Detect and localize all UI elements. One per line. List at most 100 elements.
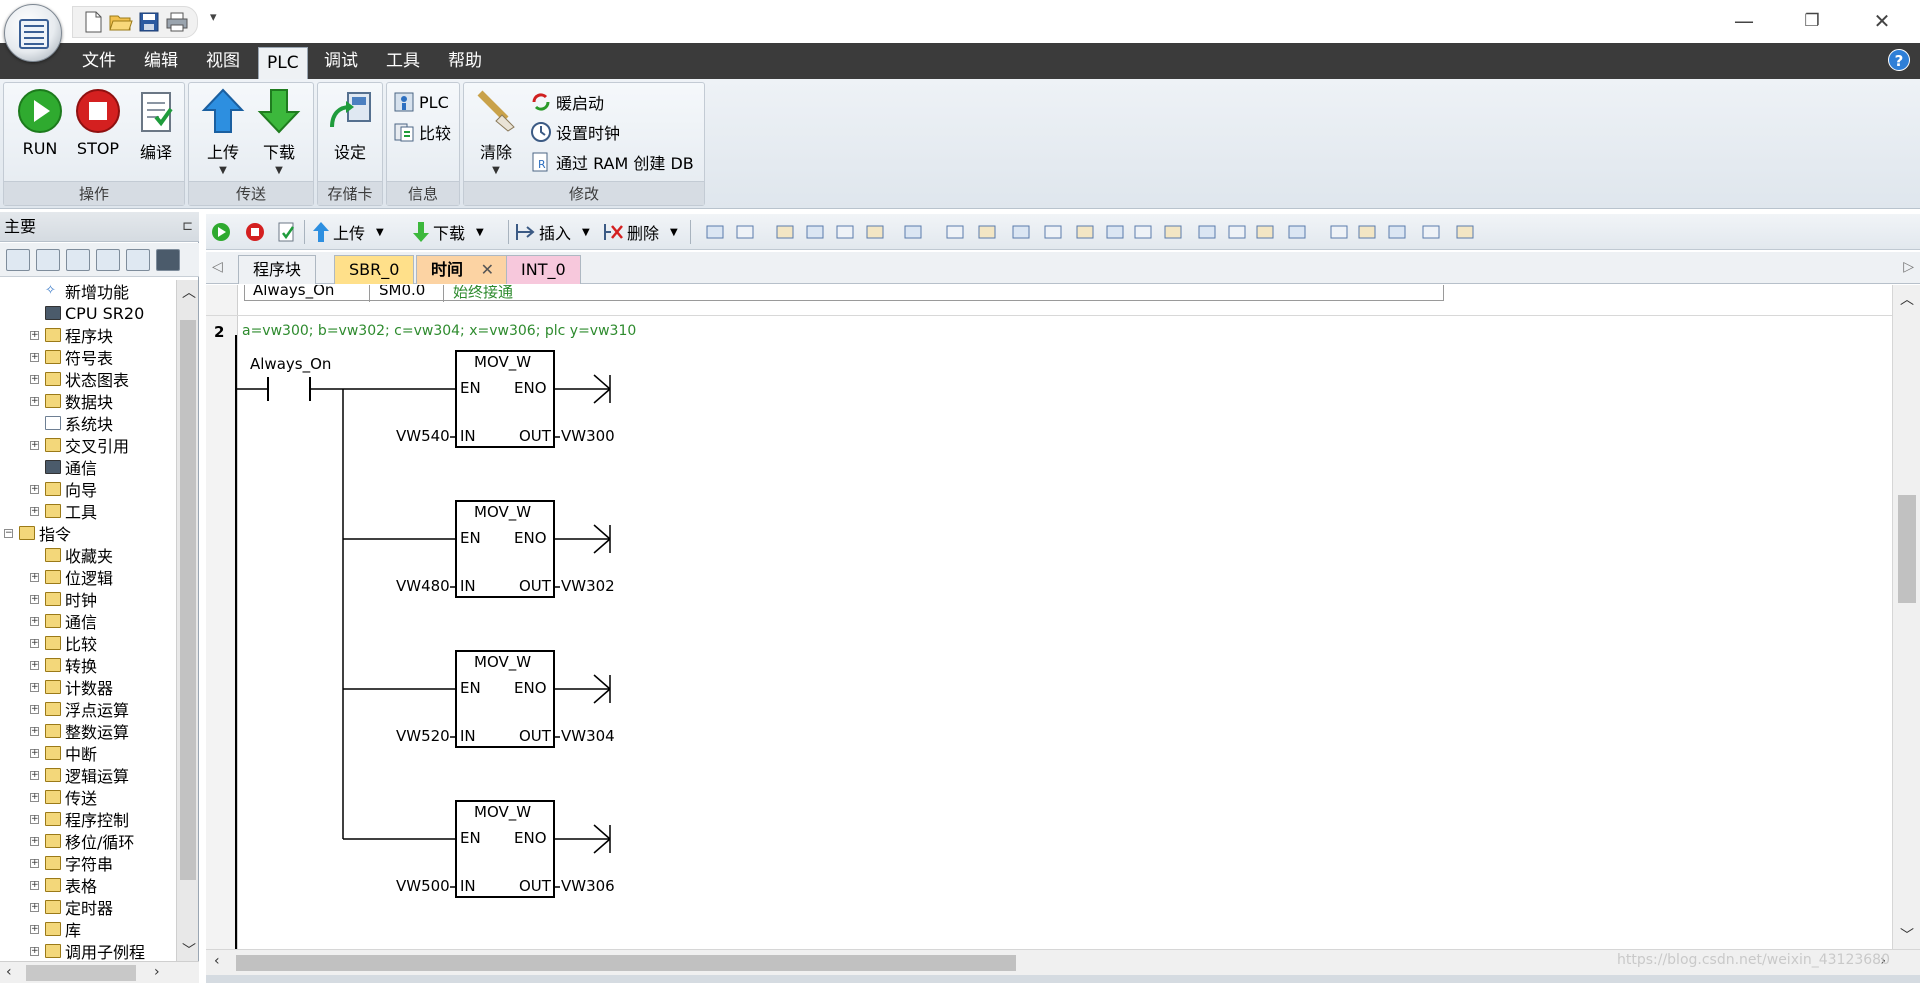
tree-item[interactable]: + 交叉引用 xyxy=(30,434,129,456)
scrollbar-thumb[interactable] xyxy=(180,320,196,880)
tree-item[interactable]: 通信 xyxy=(45,456,97,478)
menu-edit[interactable]: 编辑 xyxy=(136,43,186,79)
branch-up-icon[interactable] xyxy=(1074,219,1096,245)
grid-view-icon[interactable] xyxy=(734,219,756,245)
tree-item[interactable]: ✧ 新增功能 xyxy=(45,280,129,302)
tree-item[interactable]: + 通信 xyxy=(30,610,97,632)
scrollbar-thumb[interactable] xyxy=(236,955,1016,971)
network-view-icon[interactable] xyxy=(704,219,726,245)
create-db-from-ram-button[interactable]: R 通过 RAM 创建 DB xyxy=(530,149,694,175)
tree-item[interactable]: + 中断 xyxy=(30,742,97,764)
delete-button[interactable]: 删除 ▼ xyxy=(602,219,678,245)
tab-sbr0[interactable]: SBR_0 xyxy=(334,255,415,284)
editor-stop-button[interactable] xyxy=(244,219,266,245)
scroll-up-icon[interactable]: ︿ xyxy=(1900,289,1914,309)
tree-item[interactable]: + 时钟 xyxy=(30,588,97,610)
tree-item[interactable]: + 转换 xyxy=(30,654,97,676)
editor-run-button[interactable] xyxy=(210,219,232,245)
tree-item[interactable]: 系统块 xyxy=(45,412,113,434)
properties-icon[interactable] xyxy=(1454,219,1476,245)
expand-icon[interactable]: + xyxy=(30,572,39,582)
block-output-operand[interactable]: VW304 xyxy=(561,727,615,745)
expand-icon[interactable]: + xyxy=(30,594,39,604)
tree-item[interactable]: + 字符串 xyxy=(30,852,113,874)
scroll-right-icon[interactable]: › xyxy=(154,964,160,980)
run-button[interactable]: RUN xyxy=(12,87,68,158)
compile-button[interactable]: 编译 xyxy=(128,87,184,163)
tree-vertical-scrollbar[interactable]: ︿ ﹀ xyxy=(176,280,198,962)
tree-item[interactable]: + 向导 xyxy=(30,478,97,500)
block-output-operand[interactable]: VW302 xyxy=(561,577,615,595)
application-button[interactable] xyxy=(4,4,62,62)
set-clock-button[interactable]: 设置时钟 xyxy=(530,119,620,145)
expand-icon[interactable]: + xyxy=(30,858,39,868)
tree-item[interactable]: + 数据块 xyxy=(30,390,113,412)
scrollbar-thumb[interactable] xyxy=(26,965,136,981)
nav-back-icon[interactable] xyxy=(804,219,826,245)
tree-item[interactable]: + 位逻辑 xyxy=(30,566,113,588)
plc-info-button[interactable]: PLC xyxy=(393,89,449,115)
expand-icon[interactable]: + xyxy=(30,880,39,890)
open-folder-icon[interactable] xyxy=(109,10,133,34)
close-button[interactable]: ✕ xyxy=(1852,4,1912,38)
expand-icon[interactable]: + xyxy=(30,748,39,758)
clear-button[interactable]: 清除 ▼ xyxy=(468,87,524,176)
expand-icon[interactable]: + xyxy=(30,924,39,934)
expand-icon[interactable]: + xyxy=(30,792,39,802)
tab-program-block[interactable]: 程序块 xyxy=(238,255,317,284)
tree-item[interactable]: + 比较 xyxy=(30,632,97,654)
expand-icon[interactable]: + xyxy=(30,396,39,406)
tree-item[interactable]: + 工具 xyxy=(30,500,97,522)
block-output-operand[interactable]: VW306 xyxy=(561,877,615,895)
branch-down-icon[interactable] xyxy=(1104,219,1126,245)
tree-item[interactable]: + 程序控制 xyxy=(30,808,129,830)
tree-item[interactable]: 收藏夹 xyxy=(45,544,113,566)
bookmark-icon[interactable] xyxy=(864,219,886,245)
upload-dropdown-icon[interactable]: ▼ xyxy=(195,165,251,176)
label-icon[interactable] xyxy=(1286,219,1308,245)
scrollbar-thumb[interactable] xyxy=(1898,495,1916,603)
block-output-operand[interactable]: VW300 xyxy=(561,427,615,445)
delete-dropdown-icon[interactable]: ▼ xyxy=(670,227,678,238)
view-program-icon[interactable] xyxy=(6,248,30,271)
expand-icon[interactable]: + xyxy=(30,506,39,516)
scroll-left-icon[interactable]: ‹ xyxy=(6,964,12,980)
block-input-operand[interactable]: VW540 xyxy=(396,427,450,445)
box-icon[interactable] xyxy=(1254,219,1276,245)
ladder-editor[interactable]: Always_On SM0.0 始终接通 2 a=vw300; b=vw302;… xyxy=(206,285,1894,949)
expand-icon[interactable]: + xyxy=(30,946,39,956)
warm-start-button[interactable]: 暖启动 xyxy=(530,89,604,115)
expand-icon[interactable]: + xyxy=(30,704,39,714)
customize-quick-access-icon[interactable]: ▾ xyxy=(210,10,217,25)
menu-tools[interactable]: 工具 xyxy=(378,43,428,79)
block-input-operand[interactable]: VW520 xyxy=(396,727,450,745)
tree-item[interactable]: + 调用子例程 xyxy=(30,940,145,962)
editor-download-button[interactable]: 下载 ▼ xyxy=(412,219,484,245)
expand-icon[interactable]: + xyxy=(30,440,39,450)
lock-icon[interactable] xyxy=(976,219,998,245)
editor-vertical-scrollbar[interactable]: ︿ ﹀ xyxy=(1892,285,1920,949)
scroll-down-icon[interactable]: ﹀ xyxy=(1900,925,1914,945)
expand-icon[interactable]: + xyxy=(30,682,39,692)
expand-icon[interactable]: + xyxy=(30,836,39,846)
scroll-left-icon[interactable]: ‹ xyxy=(214,953,220,969)
tab-int0[interactable]: INT_0 xyxy=(506,255,581,284)
tree-item[interactable]: + 符号表 xyxy=(30,346,113,368)
insert-button[interactable]: 插入 ▼ xyxy=(514,219,590,245)
clear-bookmark-icon[interactable] xyxy=(902,219,924,245)
scroll-down-icon[interactable]: ﹀ xyxy=(182,940,196,960)
collapse-icon[interactable]: − xyxy=(4,528,13,538)
restore-button[interactable]: ❐ xyxy=(1782,4,1842,38)
view-symbol-table-icon[interactable] xyxy=(36,248,60,271)
edit-icon[interactable] xyxy=(1356,219,1378,245)
view-system-block-icon[interactable] xyxy=(126,248,150,271)
expand-icon[interactable]: + xyxy=(30,770,39,780)
tree-item[interactable]: − 指令 xyxy=(4,522,71,544)
tree-horizontal-scrollbar[interactable]: ‹ › xyxy=(0,961,199,983)
menu-debug[interactable]: 调试 xyxy=(316,43,366,79)
tab-close-icon[interactable]: ✕ xyxy=(481,260,494,279)
expand-icon[interactable]: + xyxy=(30,814,39,824)
symbol-table-icon[interactable] xyxy=(1328,219,1350,245)
expand-icon[interactable]: + xyxy=(30,638,39,648)
tree-item[interactable]: CPU SR20 xyxy=(45,302,144,324)
